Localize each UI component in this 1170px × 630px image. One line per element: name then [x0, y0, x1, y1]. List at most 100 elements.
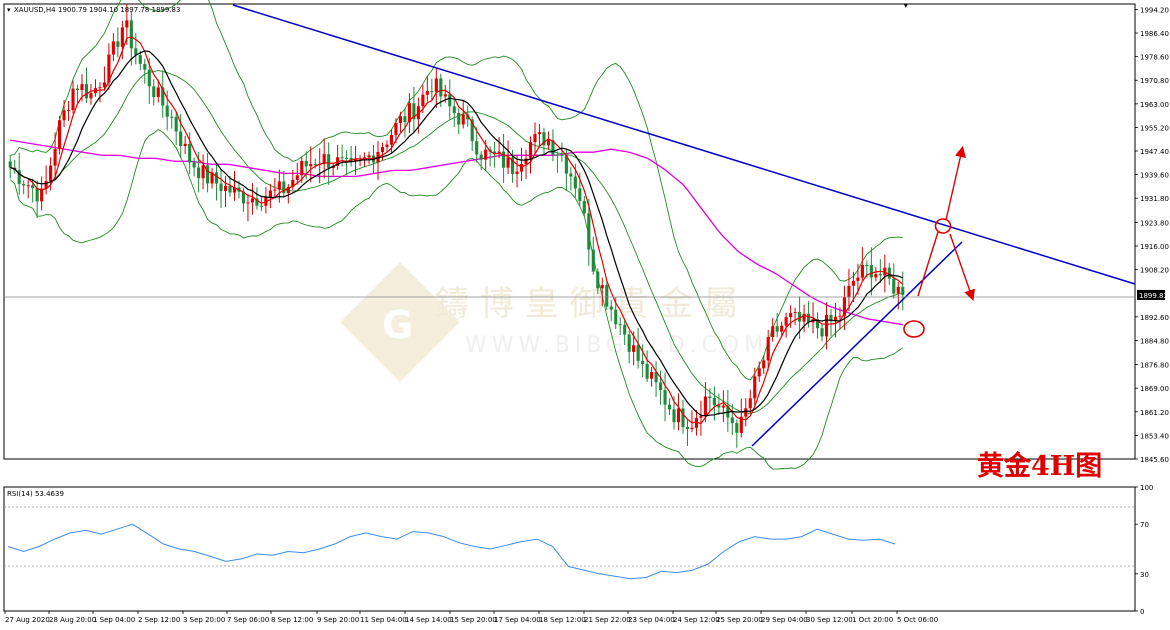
candle-body — [156, 87, 160, 98]
candle-body — [789, 313, 793, 318]
candle-body — [40, 188, 44, 202]
candle-body — [685, 427, 690, 430]
candle-body — [75, 88, 80, 91]
candle-body — [179, 131, 183, 147]
candle-body — [479, 154, 483, 160]
candle-body — [31, 185, 35, 189]
candle-body — [699, 416, 703, 418]
candle-body — [452, 106, 456, 113]
candle-body — [573, 176, 577, 189]
candle-body — [214, 172, 219, 184]
symbol-label: XAUUSD,H4 — [14, 6, 56, 14]
candle-body — [650, 372, 654, 379]
menu-arrow-icon: ▾ — [904, 2, 908, 10]
candle-body — [892, 278, 896, 294]
rsi-axis: 100 70 30 0 — [1135, 484, 1153, 616]
candle-body — [228, 185, 232, 193]
time-tick-label: 14 Sep 14:00 — [405, 616, 452, 624]
candle-body — [425, 91, 429, 95]
candle-body — [174, 116, 178, 132]
candle-body — [762, 360, 766, 369]
candle-body — [860, 264, 864, 278]
rsi-path — [7, 523, 896, 580]
price-tick-label: 1986.40 — [1140, 30, 1169, 38]
price-tick-label: 1939.60 — [1140, 172, 1169, 180]
time-tick-label: 9 Sep 20:00 — [317, 616, 359, 624]
candle-body — [519, 163, 524, 172]
candle-body — [820, 328, 824, 337]
candle-body — [421, 94, 425, 107]
price-tick-label: 1931.80 — [1140, 195, 1169, 203]
watermark-cn: 鑄 博 皇 御 貴 金 屬 — [435, 284, 738, 324]
candle-body — [309, 163, 313, 167]
price-tick-label: 1970.80 — [1140, 77, 1169, 85]
candle-body — [434, 78, 438, 92]
candle-body — [367, 155, 371, 158]
candle-body — [596, 271, 600, 289]
time-tick-label: 29 Sep 04:00 — [761, 616, 808, 624]
candle-body — [475, 141, 479, 155]
candle-body — [484, 149, 488, 160]
candle-body — [26, 185, 30, 187]
candles — [8, 3, 905, 448]
time-tick-label: 21 Sep 22:00 — [584, 616, 631, 624]
rsi-tick-label: 0 — [1140, 608, 1144, 616]
price-tick-label: 1853.40 — [1140, 432, 1169, 440]
candle-body — [49, 165, 53, 182]
ohlc-label: 1900.79 1904.10 1897.78 1899.83 — [58, 6, 180, 14]
candle-body — [89, 93, 93, 99]
candle-body — [735, 423, 739, 433]
time-tick-label: 5 Oct 06:00 — [897, 616, 938, 624]
candle-body — [744, 408, 748, 417]
candle-body — [645, 363, 649, 379]
candle-body — [206, 165, 210, 184]
watermark: G 鑄 博 皇 御 貴 金 屬 WWW.BIBGOLD.COM — [340, 262, 763, 382]
candle-body — [632, 345, 636, 352]
candle-body — [838, 315, 842, 317]
candle-body — [295, 175, 299, 180]
ma-fast-line — [10, 36, 904, 425]
rsi-plot-frame — [3, 486, 1136, 612]
rsi-line — [7, 523, 896, 580]
time-tick-label: 17 Sep 04:00 — [494, 616, 541, 624]
candle-body — [138, 55, 142, 64]
time-tick-label: 1 Oct 20:00 — [852, 616, 893, 624]
time-tick-label: 15 Sep 20:00 — [450, 616, 497, 624]
candle-body — [712, 397, 716, 406]
candle-body — [152, 86, 156, 98]
candle-body — [403, 116, 407, 123]
candle-body — [824, 314, 829, 337]
candle-body — [560, 154, 564, 156]
bollinger-middle — [10, 70, 903, 415]
candle-body — [430, 91, 434, 93]
candle-body — [618, 324, 622, 326]
candle-body — [667, 404, 672, 410]
descending-trendline — [232, 4, 1136, 285]
candle-body — [780, 325, 784, 332]
symbol-icon: ▾ — [7, 6, 11, 14]
time-tick-label: 2 Sep 12:00 — [138, 616, 180, 624]
candle-body — [676, 408, 681, 423]
forecast-annotations — [903, 145, 975, 338]
up-arrow — [945, 145, 966, 221]
candle-body — [672, 409, 676, 423]
candle-body — [641, 360, 645, 364]
candle-body — [528, 142, 533, 159]
candle-body — [636, 345, 640, 361]
price-tick-label: 1908.20 — [1140, 267, 1169, 275]
candle-body — [793, 312, 797, 314]
price-tick-label: 1876.80 — [1140, 362, 1169, 370]
candle-body — [569, 173, 573, 177]
candle-body — [385, 144, 389, 148]
candle-body — [614, 309, 618, 325]
up-path-line — [917, 231, 939, 297]
candle-body — [753, 376, 757, 399]
candle-body — [250, 198, 255, 203]
price-tick-label: 1884.80 — [1140, 337, 1169, 345]
watermark-logo-letter: G — [382, 303, 413, 347]
candle-body — [537, 132, 542, 135]
time-tick-label: 18 Sep 12:00 — [539, 616, 586, 624]
time-tick-label: 30 Sep 12:00 — [806, 616, 853, 624]
candle-body — [605, 285, 609, 307]
last-price-label: 1899.83 — [1139, 292, 1168, 300]
